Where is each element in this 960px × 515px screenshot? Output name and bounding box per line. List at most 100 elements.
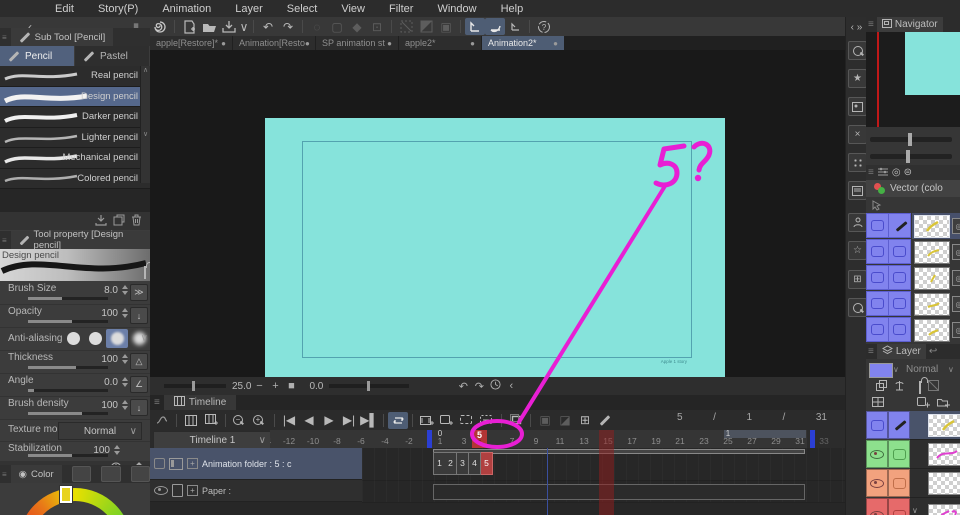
panel-menu-icon[interactable]: ≡: [2, 470, 7, 479]
layer-row-green[interactable]: [866, 440, 960, 469]
texture-mode-dropdown[interactable]: Normal ∨: [58, 422, 142, 440]
stepper[interactable]: [122, 377, 128, 387]
cel-thumb-1[interactable]: [914, 215, 950, 238]
specify-cel-icon[interactable]: [457, 412, 477, 429]
timeline-tab[interactable]: Timeline: [163, 395, 237, 410]
onion-skin-icon[interactable]: [506, 412, 526, 429]
register-icon[interactable]: ◎: [952, 218, 960, 234]
doc-tab[interactable]: apple2* ●: [399, 36, 481, 50]
zoom-out-timeline-icon[interactable]: −: [230, 412, 250, 429]
cel-check-2[interactable]: [866, 239, 889, 264]
specify-cel2-icon[interactable]: [477, 412, 497, 429]
navigator-rotate-slider[interactable]: [870, 150, 952, 163]
layer-visible[interactable]: [866, 469, 888, 497]
material-close-panel-icon[interactable]: ×: [848, 125, 867, 144]
navigator-tab[interactable]: Navigator: [876, 17, 943, 32]
doc-tab[interactable]: SP animation st ●: [316, 36, 398, 50]
new-cel-icon[interactable]: [437, 412, 457, 429]
edit-timeline-icon[interactable]: [595, 412, 615, 429]
angle-slider[interactable]: [28, 389, 108, 392]
thickness-dynamics-button[interactable]: △: [130, 353, 148, 370]
brush-row-design-pencil[interactable]: Design pencil: [0, 86, 150, 107]
timeline-list-icon[interactable]: [181, 412, 201, 429]
layer-thumb[interactable]: [928, 443, 960, 466]
cel-2[interactable]: 2: [445, 452, 457, 475]
play-button[interactable]: ▶: [319, 412, 339, 429]
brush-size-slider[interactable]: [28, 297, 108, 300]
hue-ring[interactable]: [18, 488, 132, 515]
aa-medium-button[interactable]: [106, 329, 128, 348]
doc-tab[interactable]: apple[Restore]* ●: [150, 36, 232, 50]
panel-menu-icon[interactable]: ≡: [2, 236, 7, 245]
cel-check-4[interactable]: [866, 291, 889, 316]
stepper[interactable]: [122, 354, 128, 364]
graph-editor-icon[interactable]: [152, 412, 172, 429]
redo-icon[interactable]: ↷: [278, 18, 298, 35]
zoom-in-timeline-icon[interactable]: +: [250, 412, 270, 429]
menu-story[interactable]: Story(P): [98, 3, 138, 15]
angle-dynamics-button[interactable]: ∠: [130, 376, 148, 393]
zoom-out-button[interactable]: −: [251, 380, 267, 392]
panel-menu-icon[interactable]: ≡: [154, 397, 160, 408]
snap-grid-icon[interactable]: [505, 18, 525, 35]
rotate-ccw-icon[interactable]: ↶: [455, 380, 471, 393]
new-timeline-icon[interactable]: [201, 412, 221, 429]
brush-row-mechanical-pencil[interactable]: Mechanical pencil: [0, 148, 150, 169]
prev-frame-button[interactable]: ◀: [299, 412, 319, 429]
brush-row-darker-pencil[interactable]: Darker pencil: [0, 107, 150, 128]
strip-collapse-icon[interactable]: ‹ »: [848, 19, 865, 36]
cel-edit-2[interactable]: [888, 239, 911, 264]
hue-marker[interactable]: [60, 486, 72, 503]
loop-play-button[interactable]: [388, 411, 408, 429]
next-frame-button[interactable]: ▶|: [339, 412, 359, 429]
stepper[interactable]: [122, 308, 128, 318]
blend-dropdown-icon[interactable]: ∨: [948, 365, 954, 374]
reset-view-icon[interactable]: [487, 379, 503, 393]
hidden-icon-2[interactable]: ◪: [555, 412, 575, 429]
layer-thumb[interactable]: [928, 414, 960, 437]
color-mixer-tab-icon[interactable]: [101, 466, 121, 482]
select-lasso-icon[interactable]: ◌: [307, 18, 327, 35]
doc-tab[interactable]: Animation[Resto ●: [233, 36, 315, 50]
layer-thumb[interactable]: [928, 472, 960, 495]
history-icon[interactable]: ↩: [929, 346, 937, 357]
layer-color-swatch[interactable]: [869, 363, 893, 378]
layer-thumb[interactable]: [928, 504, 960, 515]
cel-row-4[interactable]: ◎: [866, 291, 960, 317]
menu-window[interactable]: Window: [437, 3, 476, 15]
brush-row-real-pencil[interactable]: Real pencil: [0, 66, 150, 87]
save-icon[interactable]: [219, 18, 239, 35]
rotate-cw-icon[interactable]: ↷: [471, 380, 487, 393]
layer-check[interactable]: [888, 440, 910, 468]
stepper[interactable]: [122, 285, 128, 295]
stabilization-slider[interactable]: [28, 454, 108, 457]
cel-check-3[interactable]: [866, 265, 889, 290]
stepper[interactable]: [114, 445, 120, 455]
playhead-column[interactable]: [599, 430, 614, 515]
status-collapse-icon[interactable]: ‹: [503, 380, 519, 392]
cel-check-5[interactable]: [866, 317, 889, 342]
color-panel-tab[interactable]: ◉ Color: [10, 465, 62, 483]
navigator-zoom-slider[interactable]: [870, 133, 952, 146]
stack-tab-icon[interactable]: ⊜: [904, 167, 912, 178]
clip-to-layer-icon[interactable]: [876, 380, 887, 394]
opacity-dynamics-button[interactable]: ↓: [130, 307, 148, 324]
new-folder-icon[interactable]: [937, 396, 950, 411]
menu-select[interactable]: Select: [287, 3, 318, 15]
layer-check[interactable]: [866, 411, 888, 439]
brush-row-lighter-pencil[interactable]: Lighter pencil: [0, 127, 150, 148]
favorites-panel-icon[interactable]: ★: [848, 69, 867, 88]
new-file-icon[interactable]: [179, 18, 199, 35]
opacity-slider[interactable]: [28, 320, 108, 323]
tab-pastel[interactable]: Pastel: [75, 46, 149, 66]
crop-icon[interactable]: ▣: [436, 18, 456, 35]
layer-row-salmon[interactable]: [866, 469, 960, 498]
cel-3[interactable]: 3: [457, 452, 469, 475]
select-shape-icon[interactable]: ◆: [347, 18, 367, 35]
lock-layer-icon[interactable]: [919, 380, 921, 394]
cel-thumb-2[interactable]: [914, 241, 950, 264]
material-pattern-panel-icon[interactable]: [848, 153, 867, 172]
new-layer-icon[interactable]: [917, 396, 930, 411]
navigator-preview[interactable]: [866, 32, 960, 127]
layer-visible[interactable]: [866, 498, 888, 515]
